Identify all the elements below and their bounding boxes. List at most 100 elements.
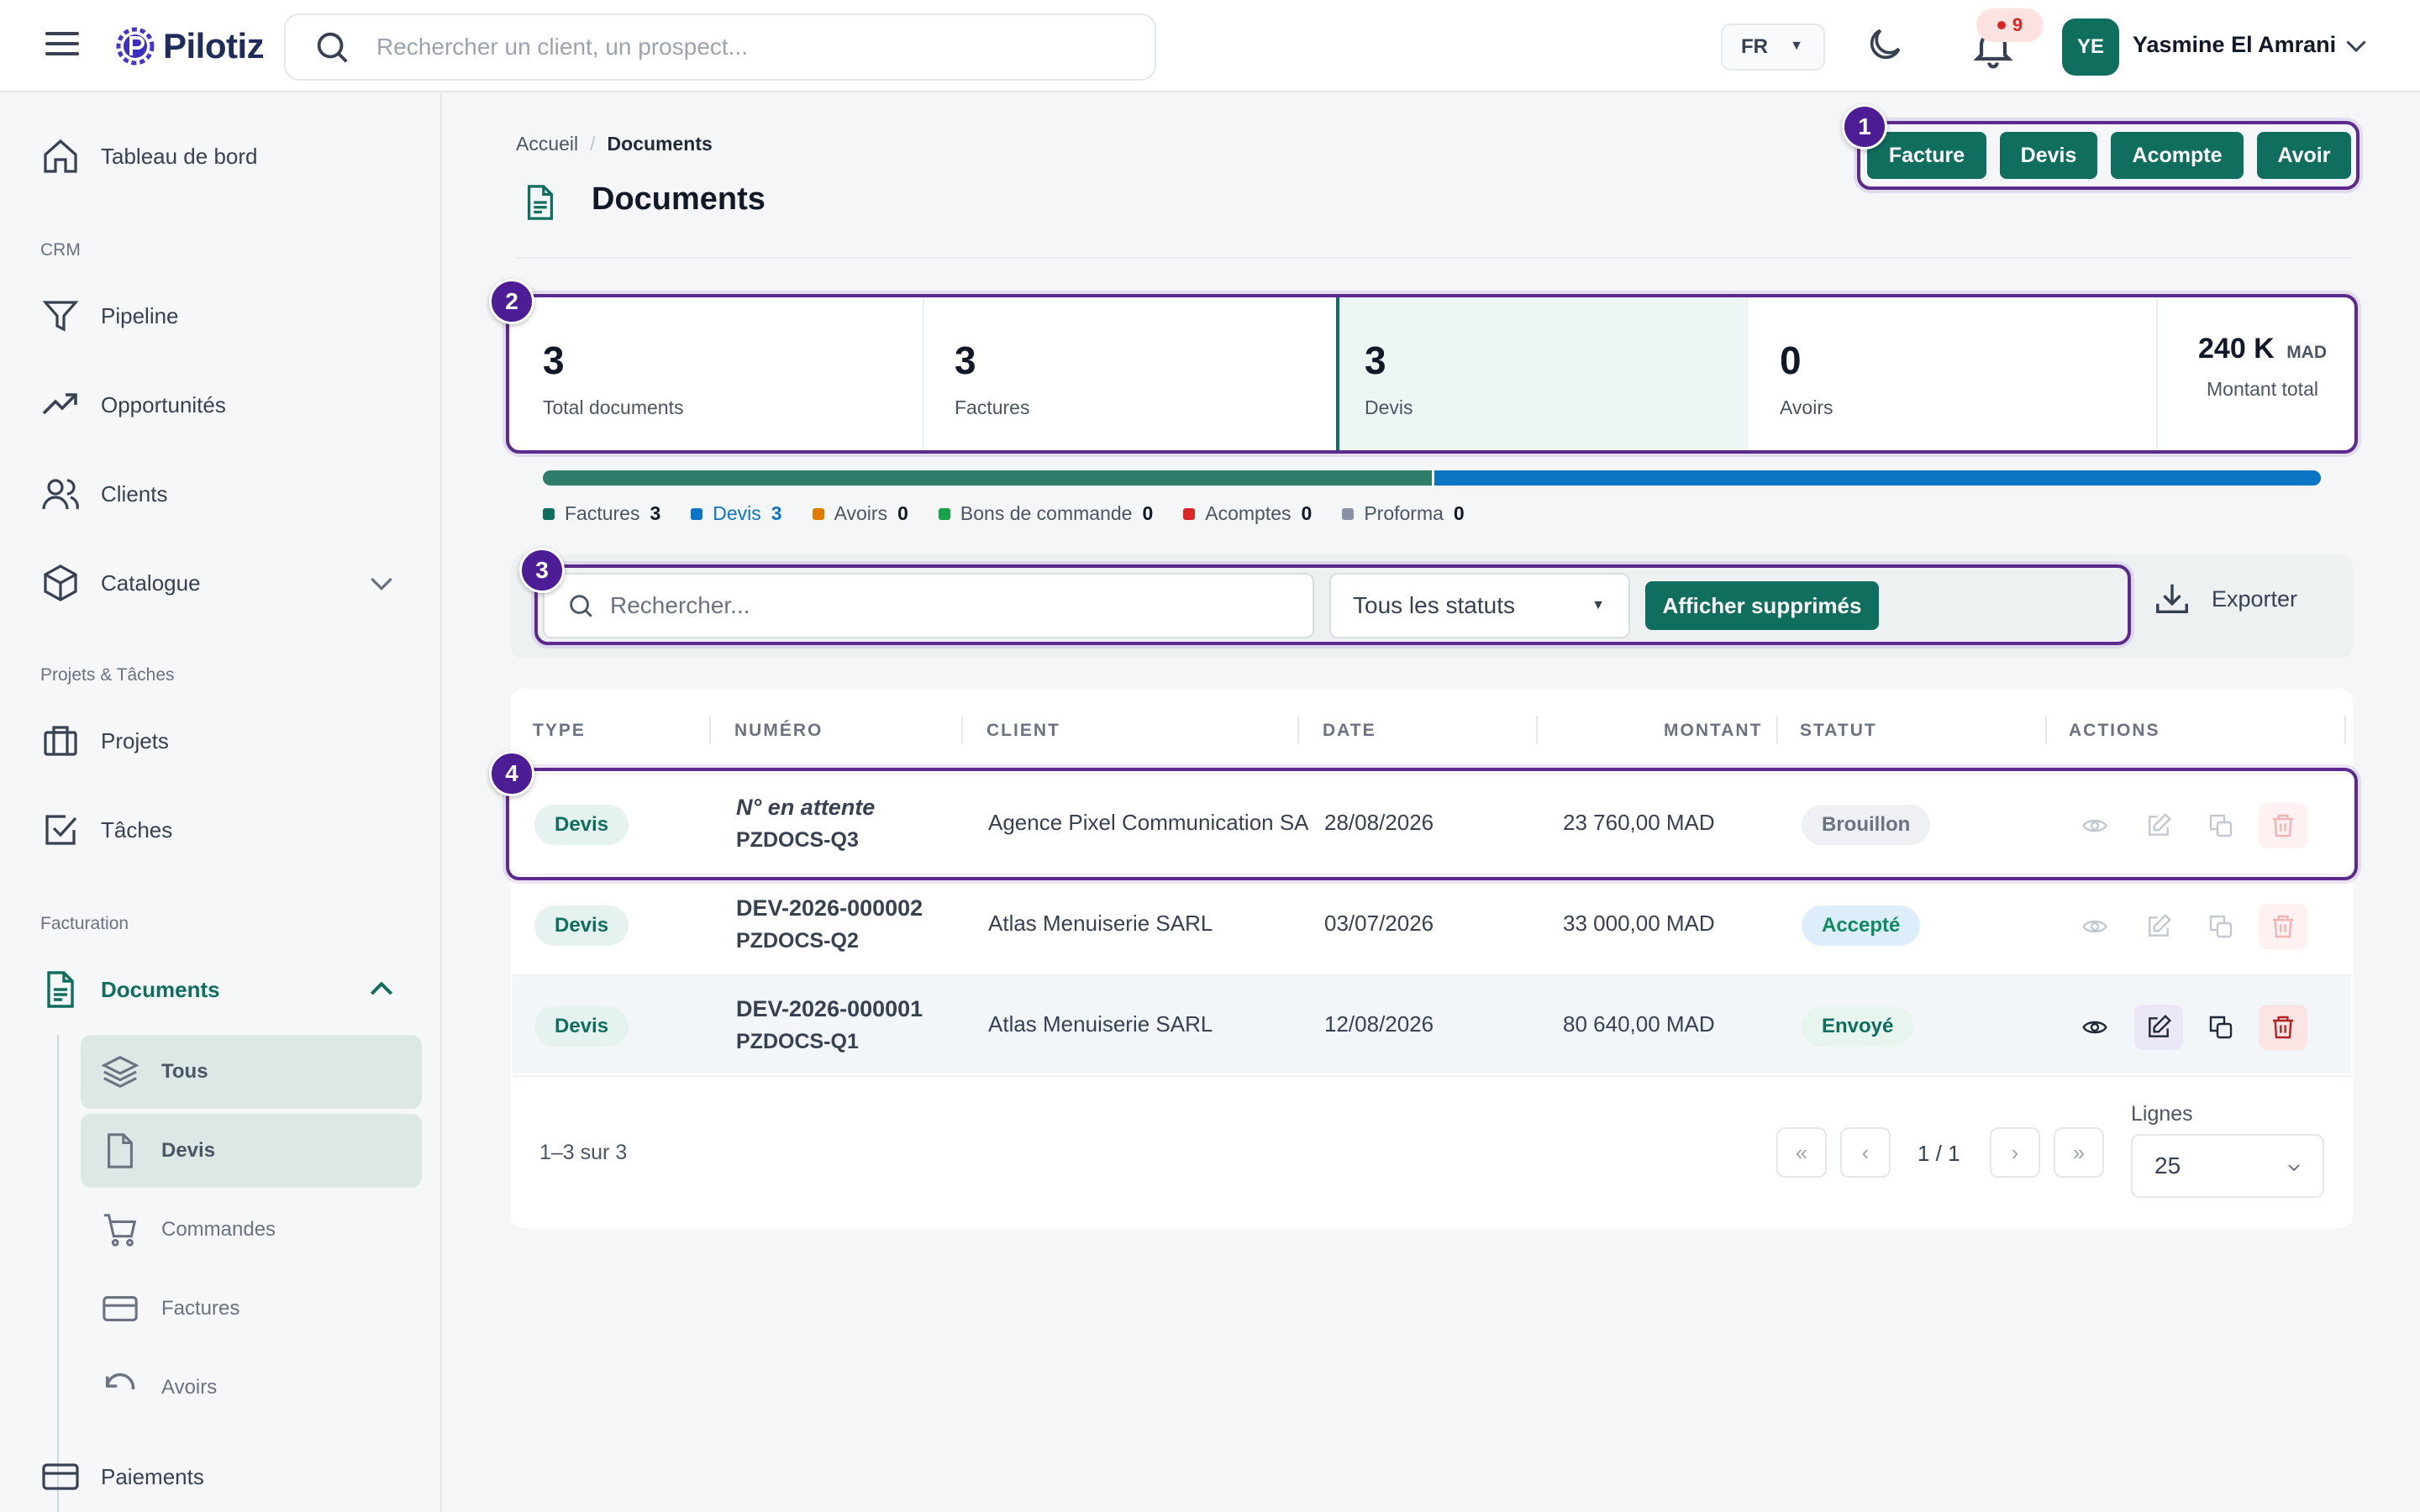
page-title: Documents [592,181,765,217]
eye-icon [2082,1021,2107,1034]
user-name[interactable]: Yasmine El Amrani [2133,32,2336,58]
legend-label: Devis [713,502,761,524]
breadcrumb-home[interactable]: Accueil [516,133,578,155]
legend-count: 3 [771,502,782,524]
view-button[interactable] [2070,1005,2119,1050]
sidebar-item-projects[interactable]: Projets [0,707,442,774]
legend-label: Acomptes [1205,502,1292,524]
briefcase-icon [44,726,77,756]
column-separator [709,716,711,744]
chevron-down-icon[interactable] [2341,30,2371,60]
duplicate-button[interactable] [2196,1005,2245,1050]
document-icon [527,185,554,220]
chevron-down-icon [2288,1164,2300,1172]
column-header-number[interactable]: NUMÉRO [734,721,823,741]
legend-label: Bons de commande [960,502,1133,524]
sidebar-subitem-all[interactable]: Tous [81,1035,422,1109]
highlight-stats [506,294,2358,454]
new-credit-button[interactable]: Avoir [2257,132,2351,179]
document-date: 03/07/2026 [1324,911,1434,936]
sidebar-item-label: Clients [101,480,168,507]
sidebar-item-tasks[interactable]: Tâches [0,796,442,864]
legend-swatch [1183,507,1196,520]
trash-icon [2273,1016,2293,1039]
sidebar: Tableau de bord CRM Pipeline Opportunité… [0,94,442,1512]
column-header-actions: ACTIONS [2069,721,2160,740]
notification-badge: 9 [1976,8,2044,42]
sidebar-item-opportunities[interactable]: Opportunités [0,371,442,438]
column-header-date[interactable]: DATE [1323,721,1376,741]
sidebar-item-pipeline[interactable]: Pipeline [0,282,442,349]
undo-icon [105,1373,135,1390]
sidebar-subitem-label: Tous [161,1060,208,1083]
column-separator [2045,716,2047,744]
column-header-client[interactable]: CLIENT [986,721,1060,741]
next-page-button[interactable]: › [1990,1127,2040,1178]
highlight-row [506,768,2358,880]
moon-icon[interactable] [1864,24,1906,66]
sidebar-item-label: Documents [101,976,220,1002]
client-name: Atlas Menuiserie SARL [988,1011,1213,1037]
distribution-legend: Factures 3 Devis 3 Avoirs 0 Bons de commande 0 A… [543,502,1495,525]
delete-button[interactable] [2259,904,2307,949]
delete-button[interactable] [2259,1005,2307,1050]
sidebar-subitem-orders[interactable]: Commandes [81,1193,422,1267]
distribution-segment-devis [1432,470,2321,486]
edit-button[interactable] [2134,1005,2183,1050]
export-button[interactable]: Exporter [2153,580,2297,618]
sidebar-item-catalogue[interactable]: Catalogue [0,549,442,617]
menu-icon[interactable] [44,27,81,64]
sidebar-item-clients[interactable]: Clients [0,460,442,528]
column-header-type[interactable]: TYPE [533,721,586,741]
top-bar: Pilotiz FR ▼ 9 YE Yasmine El Amrani [0,0,2420,92]
sidebar-item-documents[interactable]: Documents [0,956,442,1023]
column-separator [1536,716,1538,744]
legend-label: Avoirs [834,502,888,524]
legend-swatch [543,507,555,520]
chevron-down-icon[interactable] [365,566,398,600]
new-invoice-button[interactable]: Facture [1867,132,1986,179]
type-badge: Devis [534,906,629,946]
previous-page-button[interactable]: ‹ [1840,1127,1891,1178]
document-ref: PZDOCS-Q2 [736,929,859,953]
global-search-input[interactable] [376,34,1133,60]
export-label: Exporter [2212,585,2298,612]
sidebar-subitem-invoices[interactable]: Factures [81,1272,422,1346]
legend-swatch [812,507,824,520]
document-ref: PZDOCS-Q1 [736,1030,859,1053]
avatar[interactable]: YE [2062,18,2119,76]
sidebar-subitem-quotes[interactable]: Devis [81,1114,422,1188]
rows-per-page-label: Lignes [2131,1102,2193,1126]
sidebar-item-label: Tâches [101,816,173,843]
sidebar-item-label: Projets [101,727,169,753]
app-logo[interactable]: Pilotiz [109,20,265,72]
type-badge: Devis [534,1006,629,1047]
chevron-up-icon[interactable] [365,973,398,1006]
highlight-filters [534,564,2131,645]
copy-icon [2209,915,2233,938]
table-row[interactable]: Devis DEV-2026-000001 PZDOCS-Q1 Atlas Me… [513,974,2351,1074]
section-label-projects: Projets & Tâches [40,665,175,685]
sidebar-item-label: Opportunités [101,391,226,417]
column-header-amount[interactable]: MONTANT [1664,721,1762,741]
logo-icon [116,27,155,66]
sidebar-subitem-credits[interactable]: Avoirs [81,1351,422,1425]
last-page-button[interactable]: » [2054,1127,2104,1178]
rows-per-page-select[interactable]: 25 [2131,1134,2324,1198]
language-select[interactable]: FR ▼ [1721,24,1825,71]
language-value: FR [1741,35,1768,58]
table-row[interactable]: Devis DEV-2026-000002 PZDOCS-Q2 Atlas Me… [513,874,2351,973]
sidebar-item-dashboard[interactable]: Tableau de bord [0,123,442,190]
edit-icon [2149,1014,2172,1037]
edit-button[interactable] [2134,904,2183,949]
step-badge: 4 [489,751,534,796]
sidebar-item-payments[interactable]: Paiements [0,1443,442,1510]
new-quote-button[interactable]: Devis [2000,132,2097,179]
view-button[interactable] [2070,904,2119,949]
global-search[interactable] [284,13,1156,81]
duplicate-button[interactable] [2196,904,2245,949]
column-header-status[interactable]: STATUT [1800,721,1877,741]
first-page-button[interactable]: « [1776,1127,1827,1178]
new-deposit-button[interactable]: Acompte [2111,132,2244,179]
sidebar-subitem-label: Commandes [161,1218,276,1241]
